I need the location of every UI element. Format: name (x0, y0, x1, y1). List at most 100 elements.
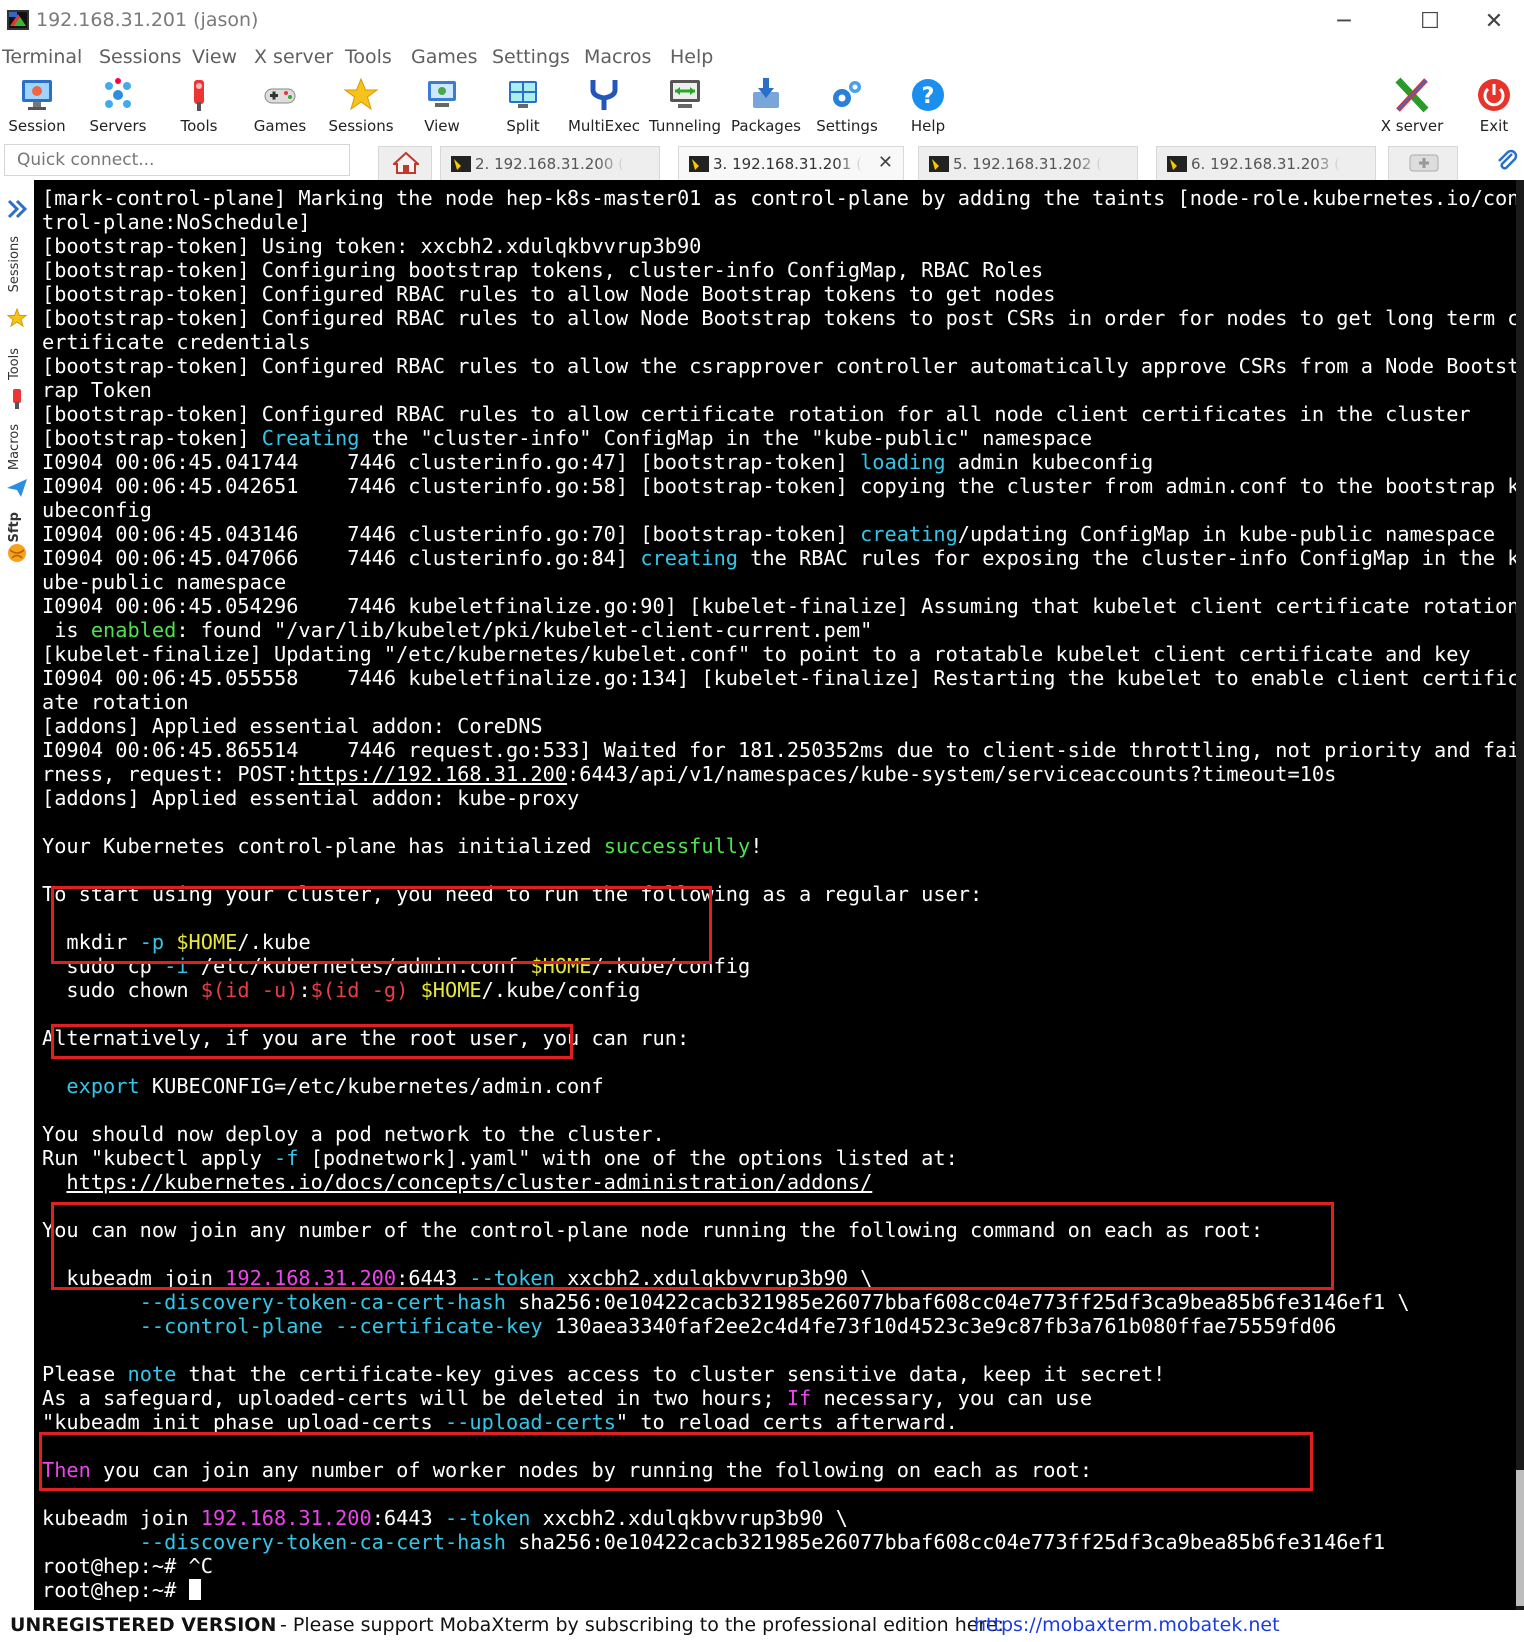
maximize-button[interactable]: ☐ (1400, 4, 1460, 38)
packages-button[interactable]: Packages (726, 74, 806, 138)
terminal-line: Run "kubectl apply -f [podnetwork].yaml"… (42, 1146, 1519, 1170)
menu-sessions[interactable]: Sessions (99, 46, 181, 68)
terminal-line: I0904 00:06:45.055558 7446 kubeletfinali… (42, 666, 1519, 690)
terminal-text: --token (469, 1266, 555, 1290)
terminal-line: [bootstrap-token] Creating the "cluster-… (42, 426, 1519, 450)
svg-text:?: ? (922, 84, 935, 109)
terminal-text: /.kube/config (591, 954, 751, 978)
help-button[interactable]: ? Help (888, 74, 968, 138)
terminal-text: I0904 00:06:45.054296 7446 kubeletfinali… (42, 594, 1520, 618)
sidebar-sftp-tab[interactable]: Sftp (7, 512, 22, 543)
terminal-text: [bootstrap-token] Configured RBAC rules … (42, 354, 1520, 378)
tab-session-2[interactable]: 2. 192.168.31.200 (jas (440, 146, 660, 180)
terminal-output: [mark-control-plane] Marking the node he… (42, 186, 1519, 1602)
terminal-text: -g) (359, 978, 409, 1002)
tools-button[interactable]: Tools (159, 74, 239, 138)
terminal-text: you can join any number of worker nodes … (90, 1458, 1093, 1482)
terminal-text: I0904 00:06:45.043146 7446 clusterinfo.g… (42, 522, 861, 546)
menu-terminal[interactable]: Terminal (2, 46, 82, 68)
minimize-button[interactable]: ─ (1314, 4, 1374, 38)
close-window-button[interactable]: ✕ (1464, 4, 1524, 38)
terminal-line: [addons] Applied essential addon: kube-p… (42, 786, 1519, 810)
menu-macros[interactable]: Macros (584, 46, 651, 68)
terminal-text: sha256:0e10422cacb321985e26077bbaf608cc0… (506, 1530, 1386, 1554)
quick-connect-input[interactable] (4, 144, 350, 176)
terminal-line: You should now deploy a pod network to t… (42, 1122, 1519, 1146)
menu-games[interactable]: Games (411, 46, 477, 68)
sidebar-tools-tab[interactable]: Tools (7, 348, 22, 380)
terminal-text: --token (444, 1506, 531, 1530)
x-server-icon (1395, 77, 1429, 113)
terminal-text: "kubeadm init phase upload-certs (42, 1410, 445, 1434)
terminal-line: is enabled: found "/var/lib/kubelet/pki/… (42, 618, 1519, 642)
terminal-text: You should now deploy a pod network to t… (42, 1122, 665, 1146)
scrollbar-thumb[interactable] (1516, 1470, 1524, 1606)
terminal-text: [podnetwork].yaml" with one of the optio… (298, 1146, 958, 1170)
terminal-session-icon (929, 156, 949, 172)
terminal-text: id (335, 978, 360, 1002)
session-button[interactable]: Session (0, 74, 77, 138)
tunneling-button[interactable]: Tunneling (645, 74, 725, 138)
menu-x-server[interactable]: X server (254, 46, 333, 68)
home-tab[interactable] (378, 146, 432, 180)
terminal-text: -i (164, 954, 189, 978)
terminal-text: -u) (249, 978, 299, 1002)
terminal-line: Your Kubernetes control-plane has initia… (42, 834, 1519, 858)
status-bar: UNREGISTERED VERSION - Please support Mo… (0, 1610, 1524, 1642)
multiexec-button[interactable]: MultiExec (564, 74, 644, 138)
sidebar-sessions-tab[interactable]: Sessions (7, 236, 22, 292)
terminal-text: $HOME (420, 978, 482, 1002)
terminal-line: I0904 00:06:45.043146 7446 clusterinfo.g… (42, 522, 1519, 546)
tab-close-icon[interactable]: ✕ (878, 152, 893, 173)
mobaxterm-website-link[interactable]: https://mobaxterm.mobatek.net (974, 1614, 1280, 1636)
new-tab-icon (1409, 154, 1439, 172)
x-server-button[interactable]: X server (1372, 74, 1452, 138)
terminal-area[interactable]: [mark-control-plane] Marking the node he… (34, 180, 1524, 1610)
terminal-text: note (127, 1362, 177, 1386)
menu-bar: Terminal Sessions View X server Tools Ga… (0, 42, 1524, 72)
power-icon (1478, 79, 1510, 111)
sidebar-macros-tab[interactable]: Macros (7, 424, 22, 470)
title-bar: 192.168.31.201 (jason) ─ ☐ ✕ (0, 0, 1524, 42)
terminal-url[interactable]: https://kubernetes.io/docs/concepts/clus… (66, 1170, 872, 1194)
expand-sidebar-icon[interactable] (6, 198, 28, 220)
terminal-session-icon (689, 156, 709, 172)
games-button[interactable]: Games (240, 74, 320, 138)
star-icon (343, 77, 379, 111)
servers-button[interactable]: Servers (78, 74, 158, 138)
terminal-url[interactable]: https://192.168.31.200 (298, 762, 567, 786)
terminal-text: 192.168.31.200 (200, 1506, 372, 1530)
exit-button[interactable]: Exit (1454, 74, 1524, 138)
terminal-line: [bootstrap-token] Configuring bootstrap … (42, 258, 1519, 282)
terminal-text: --certificate-key (335, 1314, 543, 1338)
terminal-text: ube-public namespace (42, 570, 287, 594)
terminal-text: :6443 (396, 1266, 470, 1290)
menu-settings[interactable]: Settings (492, 46, 570, 68)
terminal-scrollbar[interactable] (1516, 180, 1524, 1610)
terminal-text: As a safeguard, uploaded-certs will be d… (42, 1386, 787, 1410)
menu-tools[interactable]: Tools (345, 46, 392, 68)
terminal-line: [mark-control-plane] Marking the node he… (42, 186, 1519, 210)
terminal-line: sudo chown $(id -u):$(id -g) $HOME/.kube… (42, 978, 1519, 1002)
terminal-text: You can now join any number of the contr… (42, 1218, 1264, 1242)
tab-session-5[interactable]: 5. 192.168.31.202 (jas (918, 146, 1138, 180)
terminal-text: 192.168.31.200 (225, 1266, 397, 1290)
tab-session-6[interactable]: 6. 192.168.31.203 (jas (1156, 146, 1376, 180)
view-button[interactable]: View (402, 74, 482, 138)
new-tab-button[interactable] (1388, 146, 1458, 180)
settings-button[interactable]: Settings (807, 74, 887, 138)
terminal-text: id (225, 978, 250, 1002)
menu-view[interactable]: View (192, 46, 237, 68)
tab-session-3[interactable]: 3. 192.168.31.201 (ja ✕ (678, 146, 904, 180)
split-button[interactable]: Split (483, 74, 563, 138)
terminal-line: ube-public namespace (42, 570, 1519, 594)
menu-help[interactable]: Help (670, 46, 713, 68)
terminal-text: Alternatively, if you are the root user,… (42, 1026, 690, 1050)
attach-paperclip-icon[interactable] (1494, 148, 1520, 174)
sessions-button[interactable]: Sessions (321, 74, 401, 138)
